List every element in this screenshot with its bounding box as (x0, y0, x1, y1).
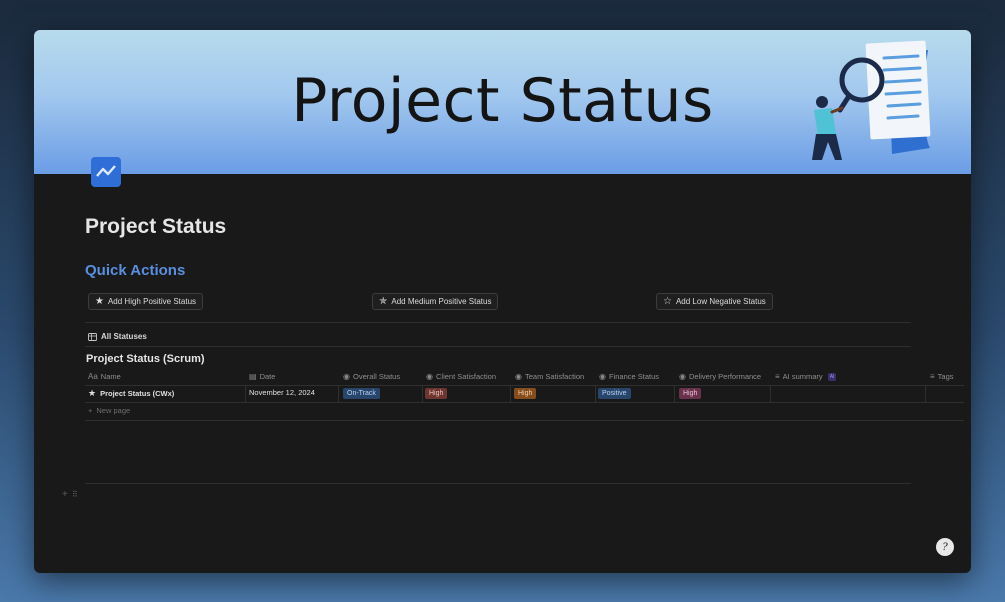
column-divider (338, 385, 339, 402)
text-property-icon: Aa (88, 372, 98, 381)
divider (85, 346, 911, 347)
quick-actions-heading: Quick Actions (85, 262, 186, 279)
new-page-label: New page (96, 406, 131, 415)
divider (85, 483, 911, 484)
status-icon: ◉ (426, 372, 433, 381)
row-date-cell[interactable]: November 12, 2024 (249, 388, 315, 397)
add-medium-positive-status-button[interactable]: ✯ Add Medium Positive Status (372, 293, 499, 310)
status-tag: Positive (598, 388, 631, 399)
status-icon: ◉ (343, 372, 350, 381)
button-label: Add Medium Positive Status (391, 297, 492, 306)
page-cover[interactable]: Project Status (34, 30, 971, 174)
new-page-button[interactable]: + New page (88, 406, 130, 415)
row-name: Project Status (CWx) (100, 389, 175, 398)
column-label: Overall Status (352, 372, 401, 381)
column-label: Finance Status (608, 372, 660, 381)
column-divider (422, 385, 423, 402)
table-header-border (85, 385, 964, 386)
row-delivery-performance-cell[interactable]: High (679, 388, 702, 399)
text-lines-icon: ≡ (775, 372, 780, 381)
star-filled-icon: ★ (95, 295, 104, 307)
status-icon: ◉ (599, 372, 606, 381)
page-title: Project Status (85, 215, 227, 238)
column-divider (510, 385, 511, 402)
column-label: Tags (937, 372, 954, 381)
star-outline-icon: ☆ (663, 295, 672, 307)
divider (85, 322, 911, 323)
status-icon: ◉ (679, 372, 686, 381)
row-name-cell[interactable]: ★ Project Status (CWx) (88, 388, 174, 399)
column-header-overall-status[interactable]: ◉ Overall Status (343, 372, 400, 381)
magnifier-document-illustration (812, 40, 931, 160)
status-icon: ◉ (515, 372, 522, 381)
column-header-delivery-performance[interactable]: ◉ Delivery Performance (679, 372, 761, 381)
row-finance-status-cell[interactable]: Positive (598, 388, 631, 399)
column-divider (925, 385, 926, 402)
column-label: AI summary (782, 372, 823, 381)
status-tag: High (514, 388, 537, 399)
status-tag: High (679, 388, 702, 399)
column-header-finance-status[interactable]: ◉ Finance Status (599, 372, 659, 381)
add-high-positive-status-button[interactable]: ★ Add High Positive Status (88, 293, 204, 310)
row-client-satisfaction-cell[interactable]: High (425, 388, 448, 399)
chart-icon[interactable] (90, 156, 122, 188)
column-divider (595, 385, 596, 402)
row-overall-status-cell[interactable]: On-Track (343, 388, 380, 399)
button-label: Add Low Negative Status (675, 297, 766, 306)
column-header-name[interactable]: Aa Name (88, 372, 121, 381)
column-header-ai-summary[interactable]: ≡ AI summary AI (775, 372, 837, 381)
star-sparkle-icon: ✯ (379, 295, 388, 307)
column-divider (770, 385, 771, 402)
column-header-client-satisfaction[interactable]: ◉ Client Satisfaction (426, 372, 496, 381)
row-border (85, 402, 964, 403)
database-title[interactable]: Project Status (Scrum) (86, 353, 205, 365)
view-tab-label: All Statuses (101, 332, 147, 341)
column-label: Team Satisfaction (524, 372, 585, 381)
column-divider (245, 385, 246, 402)
help-icon[interactable]: ? (936, 538, 954, 556)
add-low-negative-status-button[interactable]: ☆ Add Low Negative Status (656, 293, 773, 310)
list-icon: ≡ (930, 372, 935, 381)
status-tag: High (425, 388, 448, 399)
column-label: Delivery Performance (688, 372, 762, 381)
star-filled-icon: ★ (88, 388, 97, 398)
drag-handle-icon[interactable]: ⠿ (72, 490, 78, 499)
ai-badge: AI (827, 372, 837, 381)
column-divider (674, 385, 675, 402)
view-tab-all-statuses[interactable]: All Statuses (88, 332, 147, 341)
column-label: Date (259, 372, 276, 381)
button-label: Add High Positive Status (107, 297, 197, 306)
status-tag: On-Track (343, 388, 380, 399)
calendar-icon: ▤ (249, 372, 257, 381)
table-icon (88, 332, 97, 341)
table-bottom-border (85, 420, 964, 421)
column-label: Client Satisfaction (435, 372, 497, 381)
column-header-date[interactable]: ▤ Date (249, 372, 275, 381)
block-handle[interactable]: + ⠿ (62, 489, 78, 500)
notion-window: Project Status Project Status Quick Acti (34, 30, 971, 573)
add-block-icon[interactable]: + (62, 489, 68, 500)
column-header-tags[interactable]: ≡ Tags (930, 372, 954, 381)
column-label: Name (100, 372, 121, 381)
column-header-team-satisfaction[interactable]: ◉ Team Satisfaction (515, 372, 584, 381)
row-team-satisfaction-cell[interactable]: High (514, 388, 537, 399)
plus-icon: + (88, 406, 93, 415)
